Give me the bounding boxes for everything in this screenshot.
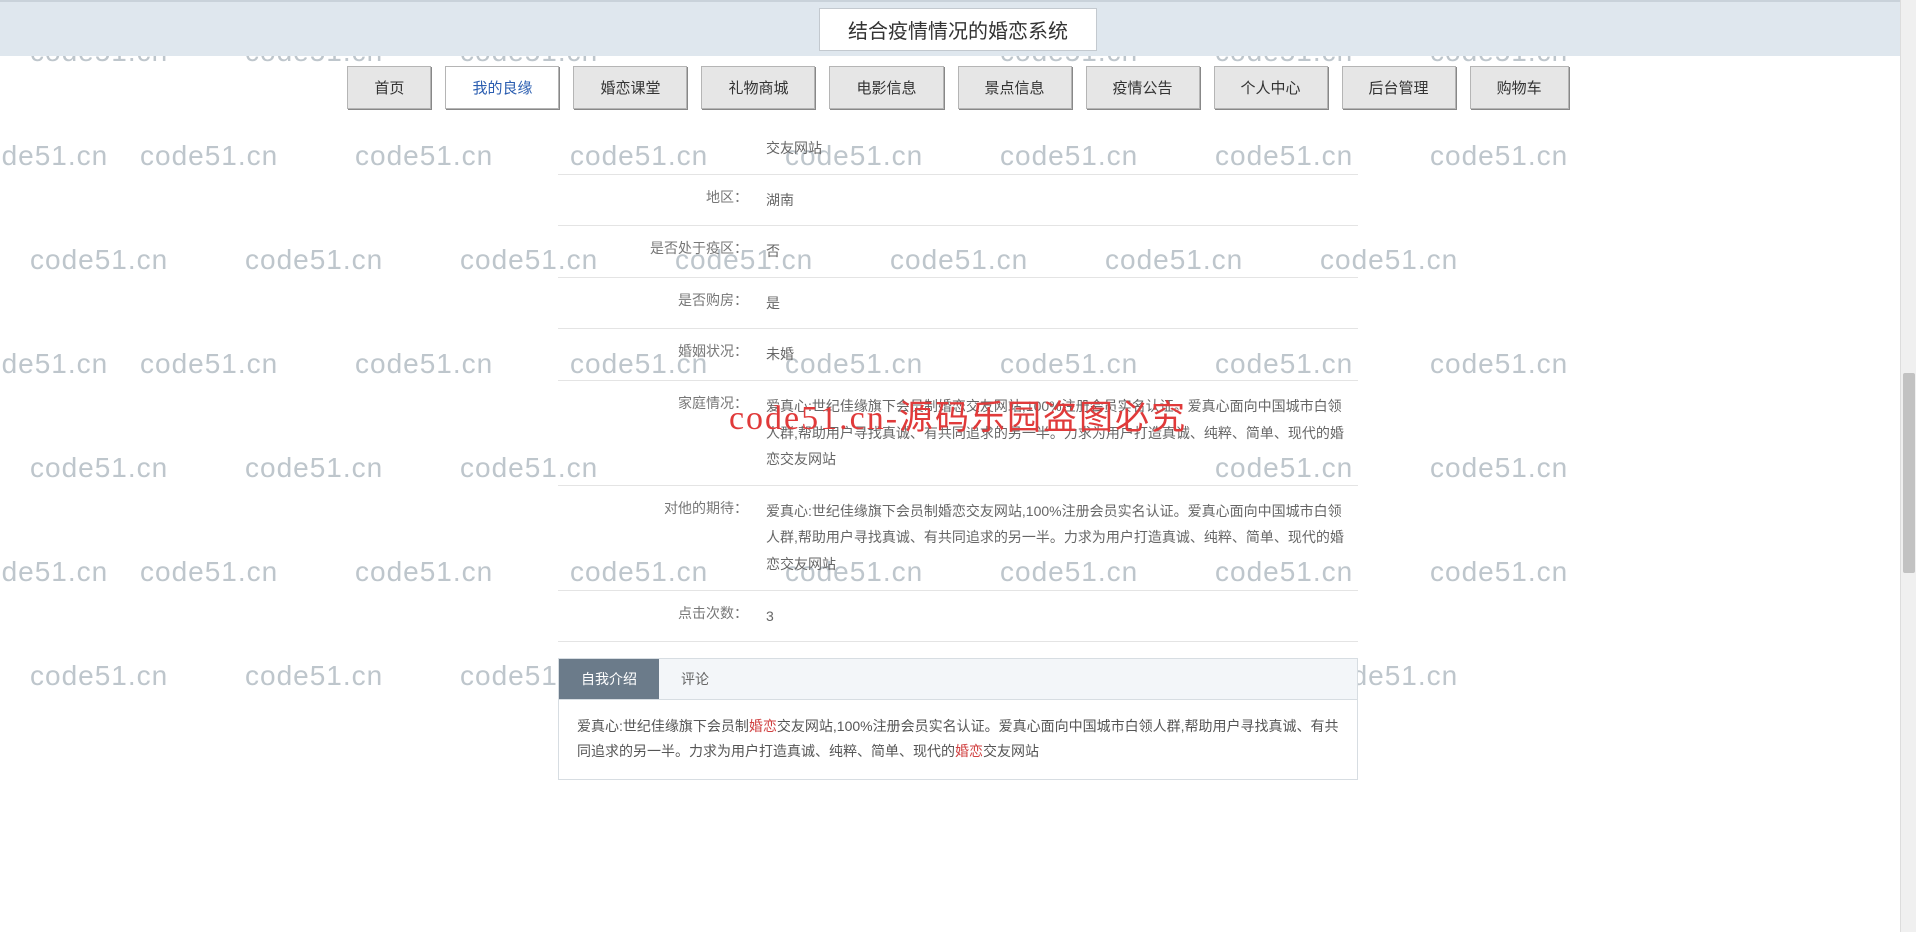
watermark: code51.cn	[30, 660, 168, 692]
watermark: code51.cn	[245, 660, 383, 692]
profile-label: 对他的期待：	[566, 498, 766, 578]
watermark: code51.cn	[140, 556, 278, 588]
intro-text: 交友网站	[983, 743, 1039, 759]
profile-row-region: 地区： 湖南	[558, 175, 1358, 227]
watermark: code51.cn	[355, 556, 493, 588]
watermark: code51.cn	[0, 348, 108, 380]
profile-label: 是否处于疫区：	[566, 238, 766, 265]
watermark: code51.cn	[1430, 556, 1568, 588]
watermark: code51.cn	[140, 140, 278, 172]
watermark: code51.cn	[0, 556, 108, 588]
profile-value: 爱真心:世纪佳缘旗下会员制婚恋交友网站,100%注册会员实名认证。爱真心面向中国…	[766, 498, 1350, 578]
watermark: code51.cn	[245, 452, 383, 484]
watermark: code51.cn	[140, 348, 278, 380]
profile-row-marital: 婚姻状况： 未婚	[558, 329, 1358, 381]
nav-admin[interactable]: 后台管理	[1342, 66, 1456, 109]
nav-user-center[interactable]: 个人中心	[1214, 66, 1328, 109]
intro-highlight: 婚恋	[749, 718, 777, 734]
profile-label: 婚姻状况：	[566, 341, 766, 368]
watermark: code51.cn	[30, 244, 168, 276]
nav-epidemic-notice[interactable]: 疫情公告	[1086, 66, 1200, 109]
profile-value: 湖南	[766, 187, 1350, 214]
profile-value: 否	[766, 238, 1350, 265]
watermark: code51.cn	[1430, 140, 1568, 172]
intro-highlight: 婚恋	[955, 743, 983, 759]
header-bar: 结合疫情情况的婚恋系统	[0, 0, 1916, 56]
nav-spot-info[interactable]: 景点信息	[958, 66, 1072, 109]
profile-row-expectation: 对他的期待： 爱真心:世纪佳缘旗下会员制婚恋交友网站,100%注册会员实名认证。…	[558, 486, 1358, 591]
profile-row-house: 是否购房： 是	[558, 278, 1358, 330]
profile-value: 爱真心:世纪佳缘旗下会员制婚恋交友网站,100%注册会员实名认证。爱真心面向中国…	[766, 393, 1350, 473]
watermark: code51.cn	[30, 452, 168, 484]
watermark: code51.cn	[1430, 348, 1568, 380]
profile-label	[566, 135, 766, 162]
nav-cart[interactable]: 购物车	[1470, 66, 1569, 109]
scrollbar-thumb[interactable]	[1903, 373, 1915, 573]
nav-my-match[interactable]: 我的良缘	[445, 66, 559, 109]
tab-comments[interactable]: 评论	[659, 659, 731, 699]
watermark: code51.cn	[245, 244, 383, 276]
profile-value: 3	[766, 603, 1350, 630]
tab-self-intro[interactable]: 自我介绍	[559, 659, 659, 699]
profile-panel: 交友网站 地区： 湖南 是否处于疫区： 否 是否购房： 是 婚姻状况： 未婚 家…	[558, 123, 1358, 642]
detail-tabs: 自我介绍 评论 爱真心:世纪佳缘旗下会员制婚恋交友网站,100%注册会员实名认证…	[558, 658, 1358, 779]
profile-table: 交友网站 地区： 湖南 是否处于疫区： 否 是否购房： 是 婚姻状况： 未婚 家…	[558, 123, 1358, 642]
tabs-bar: 自我介绍 评论	[559, 659, 1357, 700]
profile-row-epidemic-area: 是否处于疫区： 否	[558, 226, 1358, 278]
vertical-scrollbar[interactable]	[1900, 0, 1916, 932]
profile-value: 交友网站	[766, 135, 1350, 162]
page-title: 结合疫情情况的婚恋系统	[819, 8, 1097, 51]
nav-movie-info[interactable]: 电影信息	[829, 66, 943, 109]
profile-value: 是	[766, 290, 1350, 317]
profile-row-intro-tail: 交友网站	[558, 123, 1358, 175]
profile-value: 未婚	[766, 341, 1350, 368]
watermark: code51.cn	[1430, 452, 1568, 484]
watermark: code51.cn	[0, 140, 108, 172]
watermark: code51.cn	[355, 140, 493, 172]
profile-row-family: 家庭情况： 爱真心:世纪佳缘旗下会员制婚恋交友网站,100%注册会员实名认证。爱…	[558, 381, 1358, 486]
watermark: code51.cn	[355, 348, 493, 380]
profile-row-hits: 点击次数： 3	[558, 591, 1358, 643]
profile-label: 是否购房：	[566, 290, 766, 317]
profile-label: 家庭情况：	[566, 393, 766, 473]
nav-gift-shop[interactable]: 礼物商城	[701, 66, 815, 109]
profile-label: 地区：	[566, 187, 766, 214]
intro-text: 爱真心:世纪佳缘旗下会员制	[577, 718, 749, 734]
tab-body-self-intro: 爱真心:世纪佳缘旗下会员制婚恋交友网站,100%注册会员实名认证。爱真心面向中国…	[559, 700, 1357, 778]
profile-label: 点击次数：	[566, 603, 766, 630]
nav-love-class[interactable]: 婚恋课堂	[573, 66, 687, 109]
nav-home[interactable]: 首页	[347, 66, 431, 109]
main-nav: 首页 我的良缘 婚恋课堂 礼物商城 电影信息 景点信息 疫情公告 个人中心 后台…	[0, 66, 1916, 109]
